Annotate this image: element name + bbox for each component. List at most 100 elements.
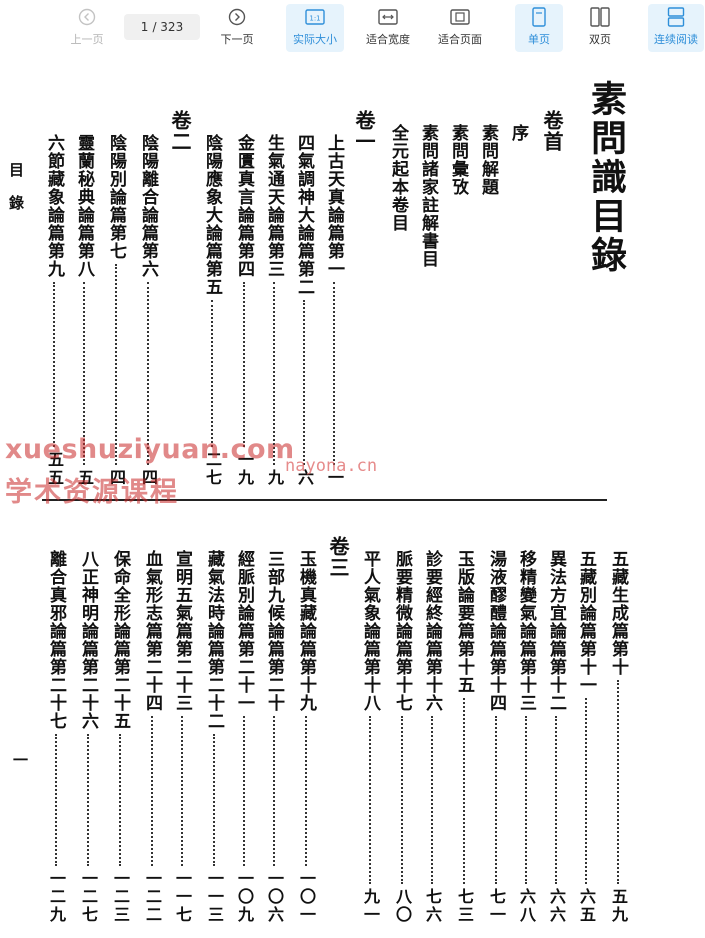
fit-width-button[interactable]: 适合宽度: [360, 4, 416, 52]
toc-entry-page: 七一: [487, 888, 506, 924]
toc-dot-leader: [369, 716, 371, 884]
fit-page-button[interactable]: 适合页面: [432, 4, 488, 52]
single-page-button[interactable]: 单页: [515, 4, 563, 52]
page-number-box[interactable]: 1 / 323: [124, 14, 200, 40]
toc-entry: 五藏生成篇第十 五九: [606, 550, 630, 924]
toc-entry: 四氣調神大論篇第二六: [292, 134, 316, 487]
toc-dot-leader: [463, 698, 465, 884]
toc-entry: 五藏別論篇第十一 六五: [574, 550, 598, 924]
toc-entry: 三部九候論篇第二十 一〇六: [262, 550, 286, 924]
fit-page-icon: [450, 6, 470, 28]
toc-entry-title: 四氣調神大論篇第二: [294, 134, 314, 296]
toc-entry: 離合真邪論篇第二十七一二九: [44, 550, 68, 924]
toc-dot-leader: [243, 716, 245, 866]
chevron-right-icon: [228, 6, 246, 28]
current-page-input[interactable]: 1: [141, 20, 149, 34]
toc-entry-title: 靈蘭秘典論篇第八: [74, 134, 94, 278]
toc-entry-page: 八〇: [393, 888, 412, 924]
continuous-read-button[interactable]: 连续阅读: [648, 4, 704, 52]
double-page-button[interactable]: 双页: [576, 4, 624, 52]
toc-dot-leader: [119, 734, 121, 866]
toc-entry-title: 陰陽應象大論篇第五: [202, 134, 222, 296]
toc-entry: 卷二: [168, 110, 192, 152]
toc-entry: 上古天真論篇第一一: [322, 134, 346, 487]
toc-dot-leader: [53, 282, 55, 447]
toc-entry-title: 素問諸家註解書目: [418, 124, 438, 268]
toc-dot-leader: [211, 300, 213, 447]
fit-width-icon: [378, 6, 398, 28]
single-page-label: 单页: [528, 33, 550, 46]
toc-entry-title: 卷三: [326, 536, 350, 578]
single-page-icon: [531, 6, 547, 28]
toc-entry-page: 一二七: [79, 870, 98, 924]
actual-size-label: 实际大小: [293, 33, 337, 46]
toc-entry-title: 卷二: [168, 110, 192, 152]
continuous-read-label: 连续阅读: [654, 33, 698, 46]
toc-entry: 卷三: [326, 536, 350, 578]
toc-entry-title: 湯液醪醴論篇第十四: [486, 550, 506, 712]
toc-entry-page: 一〇九: [235, 870, 254, 924]
toc-entry-title: 異法方宜論篇第十二: [546, 550, 566, 712]
toc-entry-page: 六六: [547, 888, 566, 924]
toc-entry: 平人氣象論篇第十八 九一: [358, 550, 382, 924]
side-label-page-number: 一: [11, 752, 29, 785]
toc-dot-leader: [525, 716, 527, 884]
toc-entry-title: 素問彙攷: [448, 124, 468, 196]
toc-entry-title: 平人氣象論篇第十八: [360, 550, 380, 712]
toc-entry: 玉機真藏論篇第十九 一〇一: [294, 550, 318, 924]
toc-entry-title: 生氣通天論篇第三: [264, 134, 284, 278]
actual-size-button[interactable]: 1:1 实际大小: [286, 4, 344, 52]
svg-text:1:1: 1:1: [309, 15, 320, 23]
fit-page-label: 适合页面: [438, 33, 482, 46]
toc-entry-page: 一〇一: [297, 870, 316, 924]
toc-entry: 宣明五氣篇第二十三 一一七: [170, 550, 194, 924]
toc-entry-page: 一一三: [205, 870, 224, 924]
toc-entry: 素問彙攷: [446, 124, 470, 196]
toc-entry-title: 序: [508, 124, 528, 142]
next-page-button[interactable]: 下一页: [214, 4, 260, 52]
toc-dot-leader: [87, 734, 89, 866]
toc-dot-leader: [431, 716, 433, 884]
toc-dot-leader: [213, 734, 215, 866]
toc-dot-leader: [151, 716, 153, 866]
toc-entry-title: 經脈別論篇第二十一: [234, 550, 254, 712]
toc-dot-leader: [401, 716, 403, 884]
toc-dot-leader: [617, 680, 619, 884]
toc-entry: 湯液醪醴論篇第十四七一: [484, 550, 508, 924]
prev-page-button[interactable]: 上一页: [64, 4, 110, 52]
toc-entry: 全元起本卷目: [386, 124, 410, 232]
toc-entry: 卷一: [352, 110, 376, 152]
toc-entry-title: 八正神明論篇第二十六: [78, 550, 98, 730]
continuous-read-icon: [667, 6, 685, 28]
double-page-label: 双页: [589, 33, 611, 46]
next-page-label: 下一页: [220, 33, 254, 46]
viewer-toolbar: 上一页 1 / 323 下一页 1:1 实际大小 适合宽度 适合页面 单页 双页…: [0, 0, 705, 62]
watermark-site: nayona.cn: [285, 456, 378, 476]
toc-entry: 素問諸家註解書目: [416, 124, 440, 268]
toc-entry: 玉版論要篇第十五 七三: [452, 550, 476, 924]
toc-entry-title: 六節藏象論篇第九: [44, 134, 64, 278]
toc-entry: 藏氣法時論篇第二十二 一一三: [202, 550, 226, 924]
toc-entry: 卷首: [540, 110, 564, 152]
toc-entry-title: 離合真邪論篇第二十七: [46, 550, 66, 730]
toc-entry-page: 一〇六: [265, 870, 284, 924]
document-page: 素問識目錄 目錄 一 卷首序素問解題 素問彙攷 素問諸家註解書目 全元起本卷目 卷一 上古…: [0, 62, 705, 938]
toc-entry-page: 一二三: [111, 870, 130, 924]
toc-entry: 異法方宜論篇第十二六六: [544, 550, 568, 924]
toc-entry-title: 卷一: [352, 110, 376, 152]
toc-entry-title: 卷首: [540, 110, 564, 152]
toc-entry-title: 五藏別論篇第十一: [576, 550, 596, 694]
toc-entry: 保命全形論篇第二十五 一二三: [108, 550, 132, 924]
toc-entry-page: 一二九: [47, 870, 66, 924]
toc-entry-page: 九: [265, 469, 284, 487]
prev-page-label: 上一页: [70, 33, 104, 46]
toc-entry-title: 陰陽別論篇第七: [106, 134, 126, 260]
toc-entry-title: 五藏生成篇第十: [608, 550, 628, 676]
page-title: 素問識目錄: [585, 80, 627, 275]
toc-entry-page: 七六: [423, 888, 442, 924]
toc-dot-leader: [243, 282, 245, 447]
toc-entry-title: 脈要精微論篇第十七: [392, 550, 412, 712]
toc-entry-page: 七三: [455, 888, 474, 924]
toc-dot-leader: [55, 734, 57, 866]
total-pages: / 323: [152, 20, 184, 34]
